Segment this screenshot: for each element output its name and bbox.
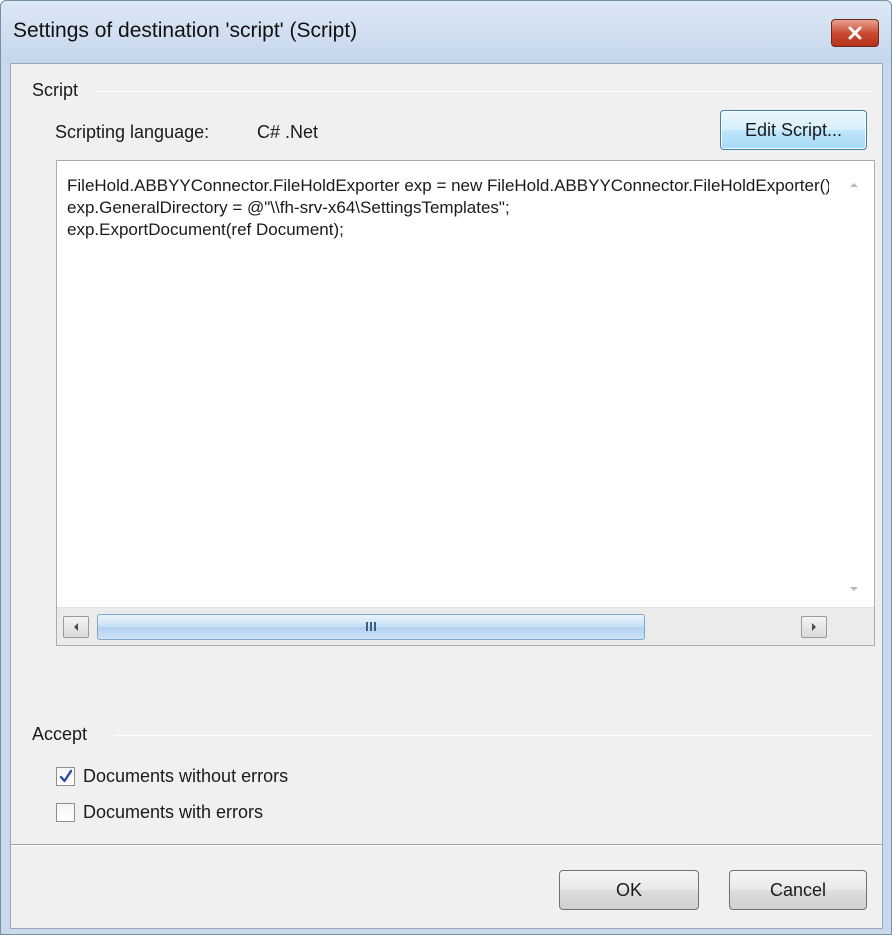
vertical-scrollbar[interactable] [834, 161, 874, 607]
chevron-down-icon[interactable] [848, 585, 860, 593]
option-without-errors[interactable]: Documents without errors [56, 763, 288, 789]
window-title: Settings of destination 'script' (Script… [13, 19, 358, 42]
checkmark-icon [59, 769, 73, 782]
horizontal-scrollbar[interactable] [57, 607, 874, 645]
option-with-errors[interactable]: Documents with errors [56, 799, 263, 825]
scroll-right-button[interactable] [801, 616, 827, 638]
accept-group-line [114, 735, 871, 736]
option-label[interactable]: Documents without errors [83, 766, 288, 787]
checkbox-without-errors[interactable] [56, 766, 75, 786]
cancel-button[interactable]: Cancel [729, 870, 867, 910]
dialog-window: Settings of destination 'script' (Script… [0, 0, 892, 935]
ok-button[interactable]: OK [559, 870, 699, 910]
button-separator [11, 844, 882, 846]
title-bar[interactable]: Settings of destination 'script' (Script… [1, 1, 891, 63]
scroll-grip-icon [365, 618, 377, 636]
dialog-client-area: Script Scripting language: C# .Net Edit … [10, 63, 883, 929]
edit-script-button[interactable]: Edit Script... [720, 110, 867, 150]
scroll-thumb[interactable] [97, 614, 645, 640]
script-editor[interactable]: FileHold.ABBYYConnector.FileHoldExporter… [56, 160, 875, 646]
scroll-left-button[interactable] [63, 616, 89, 638]
accept-group-label: Accept [32, 724, 96, 745]
close-icon [848, 26, 862, 40]
script-group-label: Script [32, 80, 87, 101]
scripting-language-label: Scripting language: [55, 122, 210, 142]
chevron-right-icon [812, 623, 816, 631]
scripting-language-value: C# .Net [257, 122, 319, 142]
option-label[interactable]: Documents with errors [83, 802, 263, 823]
script-group-line [96, 91, 871, 92]
checkbox-with-errors[interactable] [56, 802, 75, 822]
close-button[interactable] [831, 19, 879, 47]
chevron-up-icon[interactable] [848, 181, 860, 189]
chevron-left-icon [74, 623, 78, 631]
script-code[interactable]: FileHold.ABBYYConnector.FileHoldExporter… [67, 175, 829, 605]
